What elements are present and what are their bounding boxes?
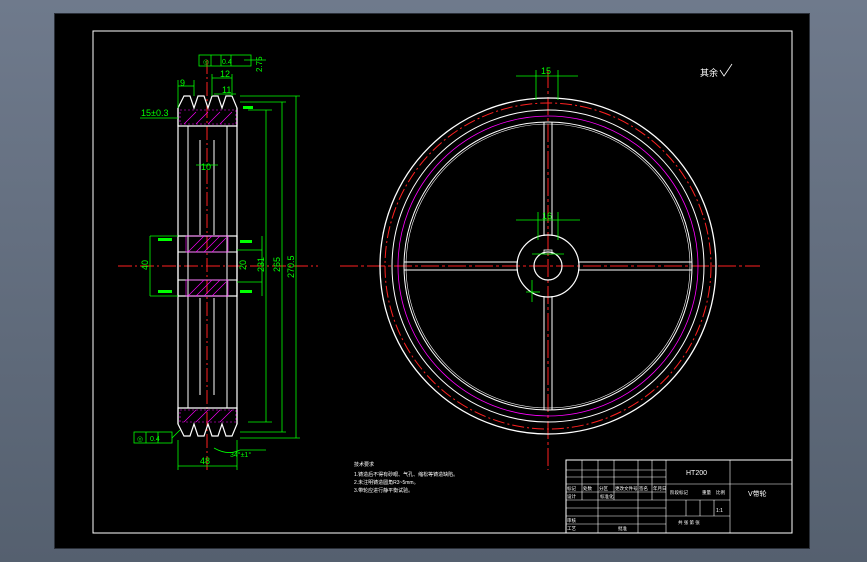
row-label-zone: 分区 [599, 485, 608, 492]
dim-groove-width: 11 [222, 85, 231, 95]
dim-spoke-width: 16 [542, 211, 552, 221]
dim-total-width: 48 [200, 456, 210, 466]
material-label: HT200 [686, 470, 707, 477]
title-block: HT200 V带轮 标记 处数 分区 更改文件号 签名 年月日 设计 标准化 审… [565, 459, 793, 534]
process-label: 工艺 [567, 526, 576, 531]
notes-line-2: 2.未注明铸造圆角R3~5mm。 [354, 479, 419, 486]
bottom-groove-hatch [179, 409, 237, 423]
dim-rim-width: 15 [541, 66, 551, 76]
technical-notes: 技术要求 1.铸造后不得有砂眼、气孔、缩松等铸造缺陷。 2.未注明铸造圆角R3~… [354, 461, 458, 494]
front-view: 15 16 其余 [340, 63, 760, 470]
stage-label: 阶段标记 [670, 489, 688, 496]
tolerance-bottom-icon: ◎ [137, 436, 143, 443]
notes-title: 技术要求 [354, 461, 374, 468]
drawing-border [92, 30, 793, 534]
dim-groove-top: 12 [220, 69, 230, 79]
dim-d1: 231 [256, 257, 266, 272]
roughness-symbol-icon [719, 63, 733, 77]
weight-label: 重量 [702, 489, 711, 496]
dim-d3: 270.5 [286, 255, 296, 278]
notes-line-1: 1.铸造后不得有砂眼、气孔、缩松等铸造缺陷。 [354, 471, 458, 478]
row-label-sign: 签名 [639, 485, 648, 492]
sheet-info: 共 张 第 张 [678, 519, 700, 526]
review-label: 审核 [567, 517, 576, 524]
dim-d2: 265 [272, 257, 282, 272]
dim-groove-pitch: 9 [180, 78, 185, 88]
approve-label: 批准 [618, 525, 627, 532]
design-label: 设计 [567, 493, 576, 500]
standard-label: 标准化 [600, 493, 614, 500]
dim-groove-depth: 2.75 [255, 56, 264, 72]
drawing-canvas: ◎ 0.4 2.75 9 12 11 15±0.3 10 40 20 231 2… [92, 30, 793, 534]
dim-hub-bore: 10 [201, 162, 211, 172]
hatch-lines [183, 111, 233, 423]
row-label-mark: 标记 [567, 485, 576, 492]
notes-line-3: 3.带轮应进行静平衡试验。 [354, 487, 413, 494]
dim-angle: 34°±1° [230, 451, 251, 459]
tolerance-bottom-value: 0.4 [150, 436, 160, 443]
tolerance-top-value: 0.4 [222, 59, 232, 66]
dim-keyway: 20 [238, 260, 248, 270]
dim-groove-offset: 15±0.3 [141, 108, 168, 118]
dim-hub-width: 40 [140, 260, 150, 270]
side-view-section: ◎ 0.4 2.75 9 12 11 15±0.3 10 40 20 231 2… [118, 54, 318, 472]
roughness-note: 其余 [700, 67, 718, 78]
scale-value: 1:1 [716, 508, 723, 514]
scale-label: 比例 [716, 489, 725, 496]
row-label-date: 年月日 [653, 485, 667, 492]
tolerance-top-icon: ◎ [203, 59, 209, 66]
part-name: V带轮 [748, 489, 767, 498]
row-label-count: 处数 [583, 485, 592, 492]
row-label-change: 更改文件号 [615, 485, 638, 492]
